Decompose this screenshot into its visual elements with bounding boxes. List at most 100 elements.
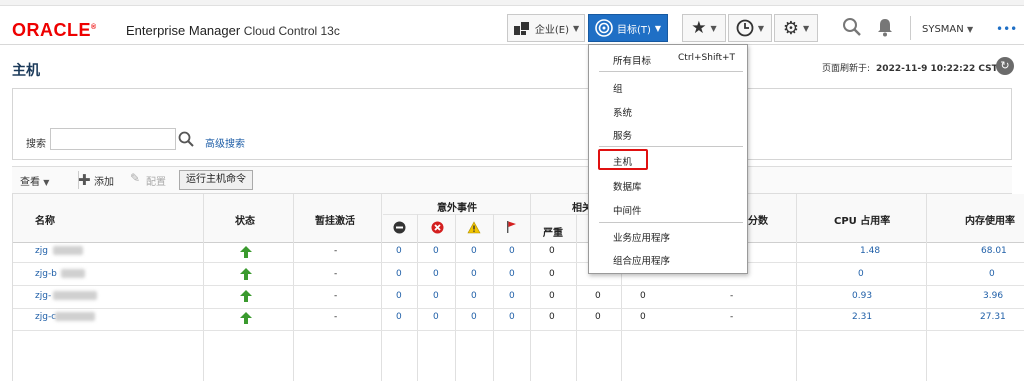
- header-bottom-border: [13, 242, 1024, 243]
- refresh-icon[interactable]: ↻: [996, 57, 1014, 75]
- targets-menu-button[interactable]: 目标(T) ▼: [588, 14, 668, 42]
- menu-item-services[interactable]: 服务: [613, 128, 632, 142]
- menu-item-groups[interactable]: 组: [613, 81, 623, 95]
- history-menu-button[interactable]: ▼: [728, 14, 772, 42]
- incident-count[interactable]: 0: [433, 312, 439, 322]
- incident-count[interactable]: 0: [471, 246, 477, 256]
- column-score[interactable]: 分数: [748, 212, 768, 227]
- column-status[interactable]: 状态: [235, 212, 255, 227]
- related-count: 0: [549, 312, 555, 322]
- chevron-down-icon: ▼: [710, 23, 717, 33]
- menu-item-middleware[interactable]: 中间件: [613, 203, 642, 217]
- memory-value[interactable]: 0: [989, 269, 995, 279]
- memory-value[interactable]: 27.31: [980, 312, 1006, 322]
- status-up-icon: [240, 246, 252, 258]
- menu-item-databases[interactable]: 数据库: [613, 179, 642, 193]
- incident-count[interactable]: 0: [509, 246, 515, 256]
- oracle-logo[interactable]: ORACLE®: [12, 20, 97, 41]
- menu-divider: [599, 146, 743, 147]
- redacted-name: [55, 312, 95, 321]
- menu-item-systems[interactable]: 系统: [613, 105, 632, 119]
- bell-icon[interactable]: [876, 17, 894, 37]
- incident-count[interactable]: 0: [471, 312, 477, 322]
- advanced-search-link[interactable]: 高级搜索: [205, 135, 245, 150]
- incident-count[interactable]: 0: [509, 269, 515, 279]
- search-label: 搜索: [26, 139, 46, 150]
- menu-divider: [599, 222, 743, 223]
- enterprise-menu-button[interactable]: 企业(E) ▼: [507, 14, 585, 42]
- incident-count[interactable]: 0: [433, 269, 439, 279]
- host-name-link[interactable]: zjg: [35, 246, 48, 256]
- search-icon[interactable]: [178, 131, 194, 147]
- setup-menu-button[interactable]: ⚙ ▼: [774, 14, 818, 42]
- search-icon[interactable]: [842, 17, 862, 37]
- chevron-down-icon: ▼: [43, 178, 50, 187]
- related-count: 0: [640, 291, 646, 301]
- col-divider: [203, 194, 204, 381]
- favorites-menu-button[interactable]: ★ ▼: [682, 14, 726, 42]
- clock-icon: [736, 19, 754, 37]
- column-cpu[interactable]: CPU 占用率: [834, 212, 890, 227]
- column-critical[interactable]: 严重: [543, 224, 563, 239]
- column-name[interactable]: 名称: [35, 212, 55, 227]
- hosts-table: 名称 状态 暂挂激活 意外事件 相关 严重 分数 CPU 占用率 内存使用率 z…: [12, 194, 1024, 381]
- plus-icon: ✚: [78, 171, 91, 189]
- product-title: Enterprise Manager Cloud Control 13c: [126, 23, 340, 38]
- col-divider: [455, 214, 456, 381]
- status-up-icon: [240, 268, 252, 280]
- col-divider: [293, 194, 294, 381]
- run-host-command-button[interactable]: 运行主机命令: [179, 170, 253, 190]
- incident-count[interactable]: 0: [471, 269, 477, 279]
- view-menu[interactable]: 查看 ▼: [20, 173, 49, 188]
- menu-item-all-targets[interactable]: 所有目标: [613, 53, 651, 67]
- menu-item-hosts[interactable]: 主机: [613, 154, 632, 168]
- memory-value[interactable]: 68.01: [981, 246, 1007, 256]
- incident-count[interactable]: 0: [396, 312, 402, 322]
- incident-count[interactable]: 0: [433, 291, 439, 301]
- incident-count[interactable]: 0: [396, 269, 402, 279]
- column-blackout[interactable]: 暂挂激活: [315, 212, 355, 227]
- header-group-border: [383, 214, 623, 215]
- incident-count[interactable]: 0: [471, 291, 477, 301]
- blackout-value: -: [334, 269, 338, 279]
- cpu-value[interactable]: 1.48: [860, 246, 880, 256]
- pencil-icon: ✎: [130, 171, 141, 185]
- incident-count[interactable]: 0: [396, 291, 402, 301]
- host-name-link[interactable]: zjg-b: [35, 269, 57, 279]
- enterprise-label: 企业(E): [534, 24, 569, 36]
- cpu-value[interactable]: 2.31: [852, 312, 872, 322]
- cpu-value[interactable]: 0.93: [852, 291, 872, 301]
- score-value: -: [730, 312, 734, 322]
- menu-item-composite-apps[interactable]: 组合应用程序: [613, 253, 670, 267]
- related-count: 0: [640, 312, 646, 322]
- incident-count[interactable]: 0: [433, 246, 439, 256]
- user-menu[interactable]: SYSMAN ▼: [922, 24, 973, 35]
- menu-item-business-apps[interactable]: 业务应用程序: [613, 230, 670, 244]
- host-name-link[interactable]: zjg-: [35, 291, 51, 301]
- host-name-link[interactable]: zjg-c: [35, 312, 56, 322]
- add-button[interactable]: 添加: [94, 173, 114, 188]
- configure-button[interactable]: 配置: [146, 173, 166, 188]
- incident-count[interactable]: 0: [509, 291, 515, 301]
- cpu-value[interactable]: 0: [858, 269, 864, 279]
- blackout-value: -: [334, 312, 338, 322]
- targets-dropdown-menu: 所有目标 Ctrl+Shift+T 组 系统 服务 主机 数据库 中间件 业务应…: [588, 44, 748, 274]
- col-divider: [926, 194, 927, 381]
- memory-value[interactable]: 3.96: [983, 291, 1003, 301]
- critical-icon: [431, 221, 444, 234]
- blackout-value: -: [334, 246, 338, 256]
- chevron-down-icon: ▼: [966, 25, 974, 34]
- col-divider: [417, 214, 418, 381]
- page-title: 主机: [12, 63, 40, 79]
- incident-count[interactable]: 0: [509, 312, 515, 322]
- search-input[interactable]: [50, 128, 176, 150]
- row-divider: [13, 285, 1024, 286]
- gear-icon: ⚙: [782, 17, 799, 39]
- chevron-down-icon: ▼: [572, 23, 580, 33]
- row-divider: [13, 262, 1024, 263]
- more-icon[interactable]: •••: [996, 22, 1017, 36]
- chevron-down-icon: ▼: [802, 23, 810, 33]
- col-divider: [576, 214, 577, 381]
- column-memory[interactable]: 内存使用率: [965, 212, 1015, 227]
- incident-count[interactable]: 0: [396, 246, 402, 256]
